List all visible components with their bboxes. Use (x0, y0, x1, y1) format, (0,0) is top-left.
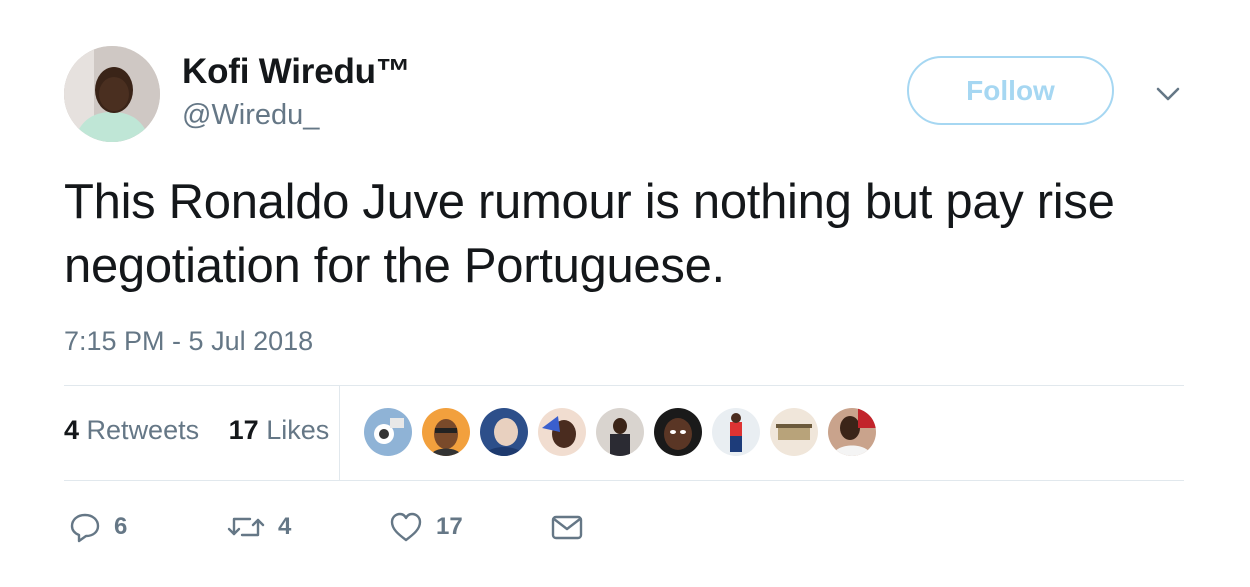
liker-avatar[interactable] (654, 408, 702, 456)
divider (64, 385, 1184, 386)
tweet-stats: 4 Retweets 17 Likes (64, 415, 351, 446)
retweet-count: 4 (278, 513, 292, 540)
divider (339, 386, 340, 480)
retweets-count: 4 (64, 415, 80, 445)
tweet-card: Kofi Wiredu™ @Wiredu_ Follow This Ronald… (0, 0, 1250, 587)
retweets-label: Retweets (86, 415, 200, 445)
author-handle[interactable]: @Wiredu_ (182, 99, 319, 132)
envelope-icon (551, 515, 583, 540)
likes-count: 17 (228, 415, 259, 445)
liker-avatar[interactable] (770, 408, 818, 456)
like-button[interactable]: 17 (388, 510, 463, 544)
liker-avatar[interactable] (364, 408, 412, 456)
reply-icon (70, 513, 100, 543)
like-count: 17 (436, 513, 463, 540)
retweet-button[interactable]: 4 (226, 510, 291, 544)
reply-count: 6 (114, 513, 128, 540)
liker-avatar[interactable] (596, 408, 644, 456)
liker-avatar[interactable] (712, 408, 760, 456)
liker-avatar[interactable] (828, 408, 876, 456)
tweet-timestamp[interactable]: 7:15 PM - 5 Jul 2018 (64, 326, 313, 357)
liker-avatar[interactable] (480, 408, 528, 456)
tweet-text: This Ronaldo Juve rumour is nothing but … (64, 175, 1115, 293)
author-avatar[interactable] (64, 46, 160, 142)
divider (64, 480, 1184, 481)
liker-avatar[interactable] (422, 408, 470, 456)
message-button[interactable] (550, 510, 584, 544)
likers-avatars (364, 408, 886, 458)
author-name[interactable]: Kofi Wiredu™ (182, 52, 411, 92)
reply-button[interactable]: 6 (68, 510, 127, 544)
chevron-down-icon[interactable] (1150, 80, 1186, 108)
retweet-icon (227, 517, 265, 537)
liker-avatar[interactable] (538, 408, 586, 456)
likes-stat[interactable]: 17 Likes (229, 415, 330, 445)
heart-icon (390, 512, 422, 542)
retweets-stat[interactable]: 4 Retweets (64, 415, 199, 445)
follow-button[interactable]: Follow (907, 56, 1114, 125)
likes-label: Likes (266, 415, 330, 445)
